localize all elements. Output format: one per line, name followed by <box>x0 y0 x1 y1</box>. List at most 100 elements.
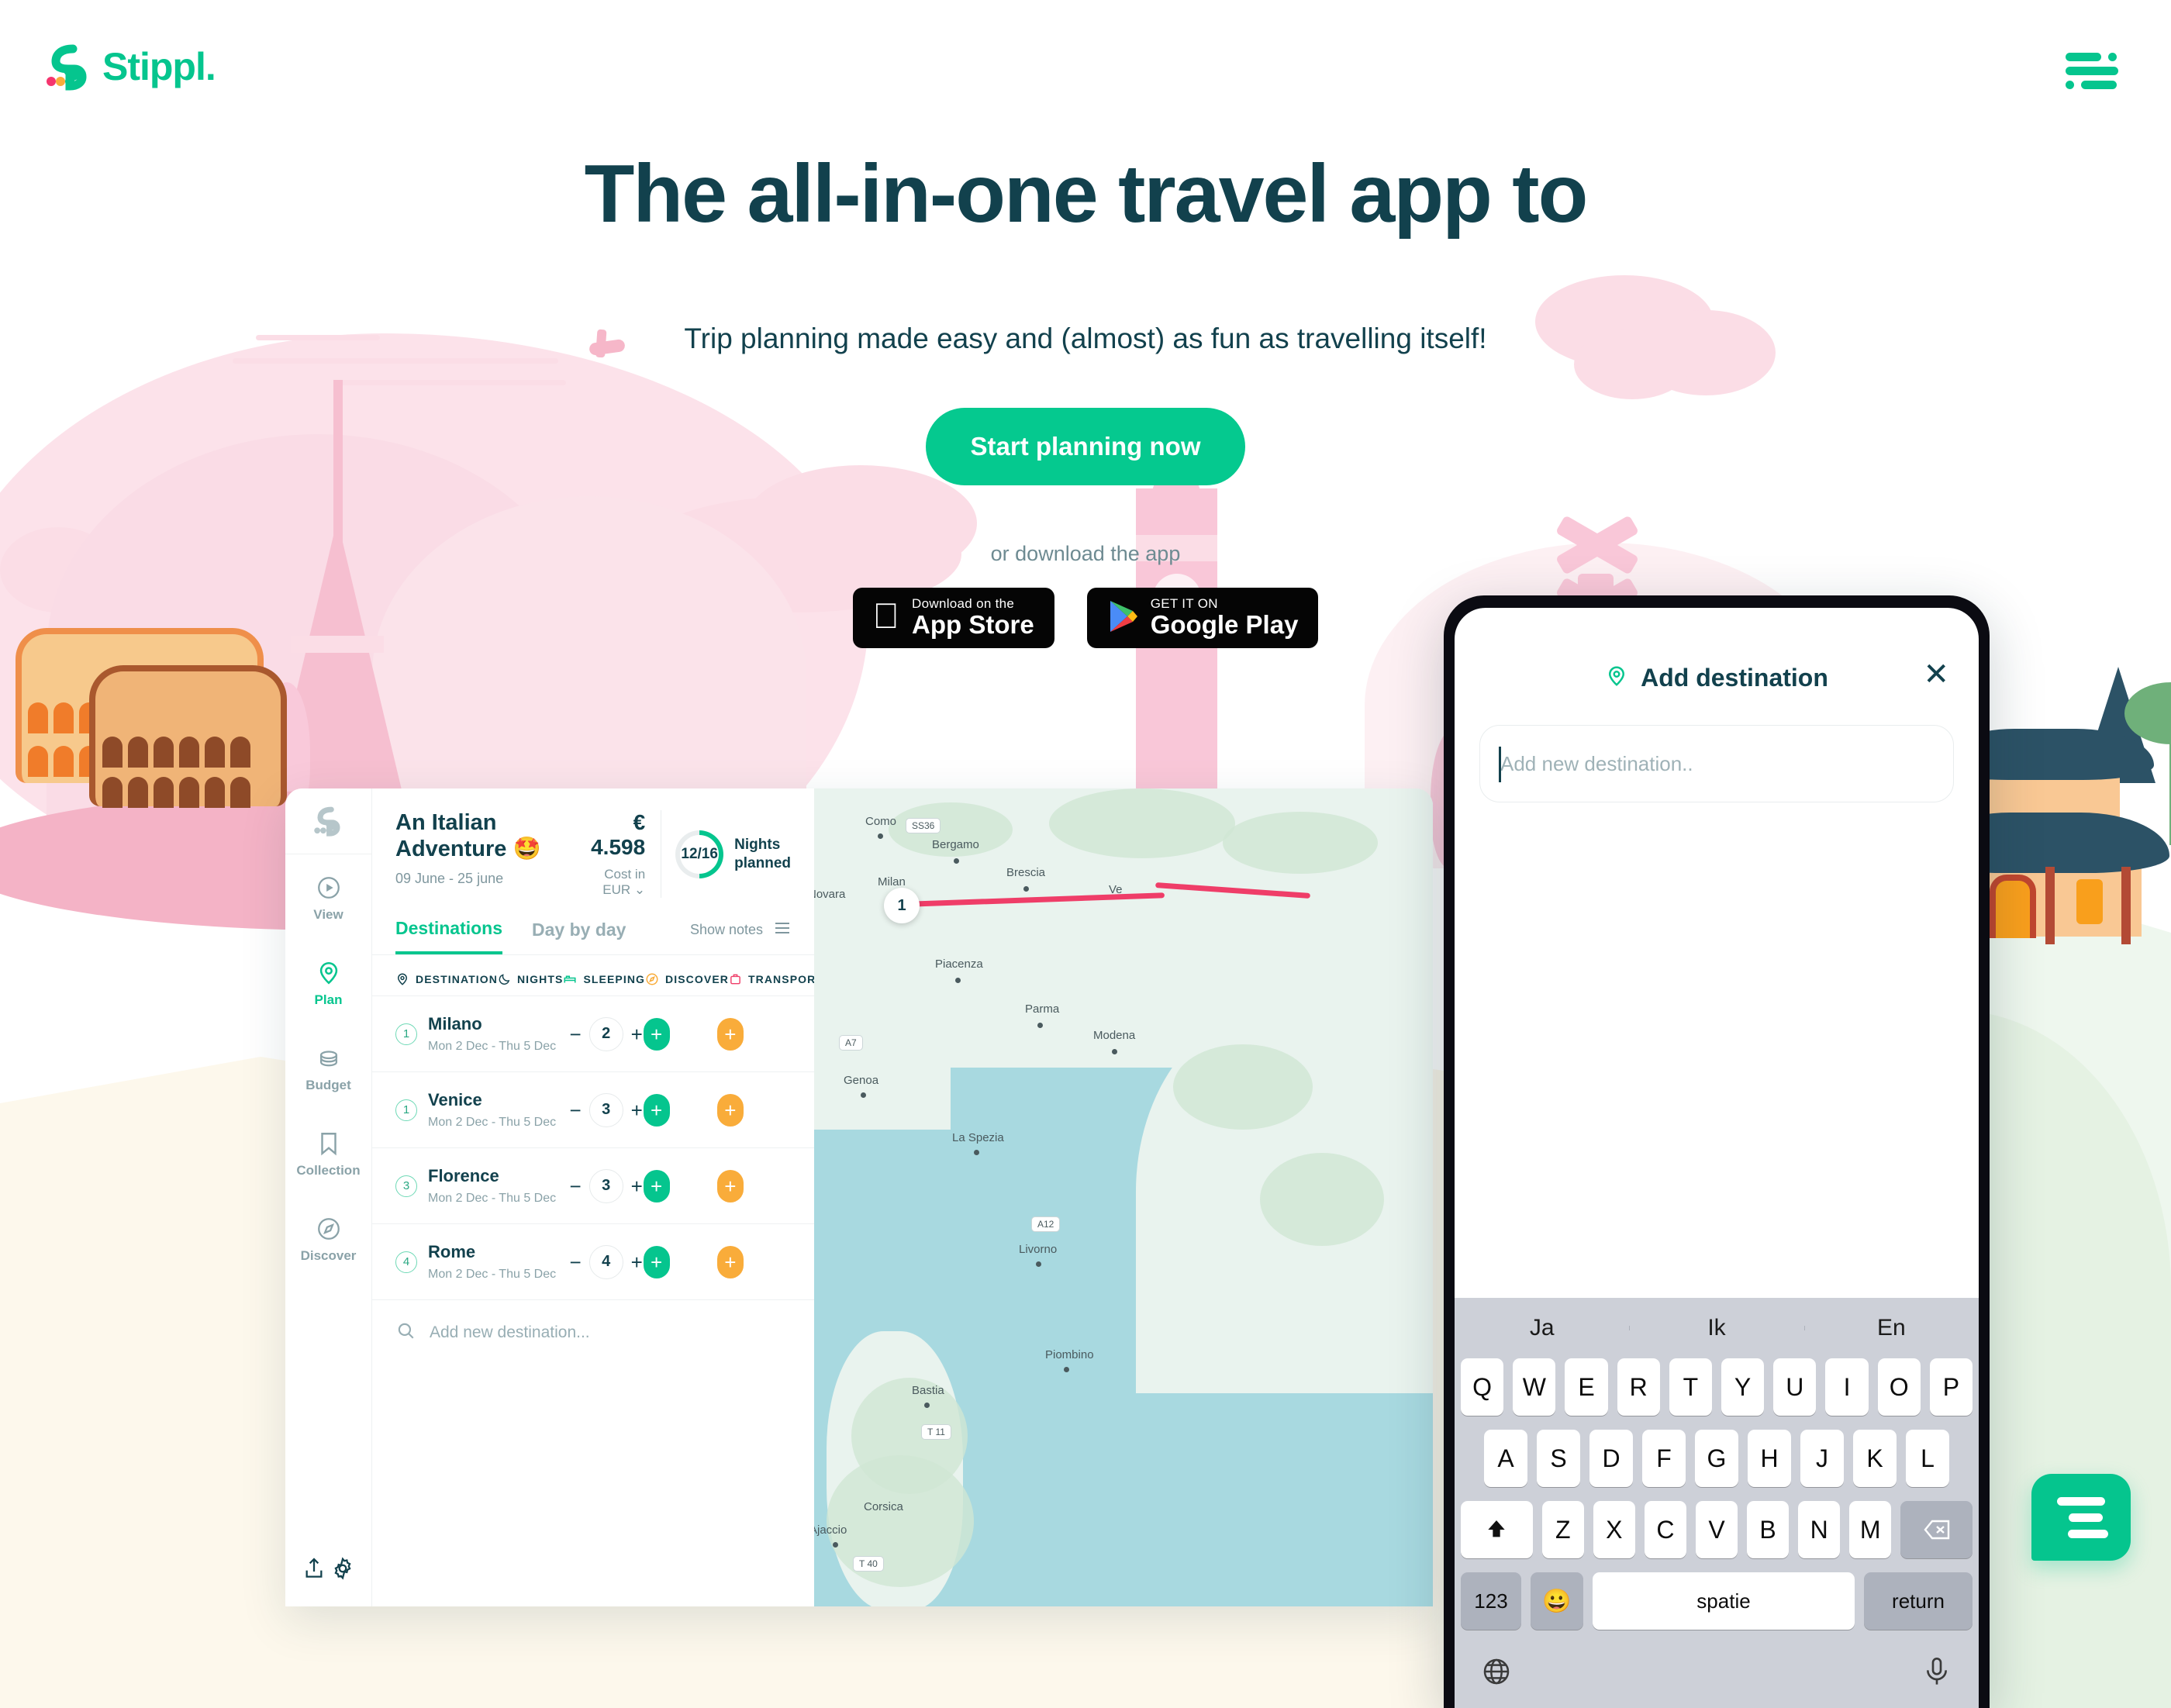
add-discover-button[interactable]: + <box>716 1093 744 1127</box>
start-planning-button[interactable]: Start planning now <box>925 408 1246 486</box>
backspace-icon[interactable] <box>1900 1501 1973 1558</box>
key-i[interactable]: I <box>1825 1358 1869 1416</box>
add-sleeping-button[interactable]: + <box>643 1169 670 1203</box>
tab-destinations[interactable]: Destinations <box>395 906 503 954</box>
key-m[interactable]: M <box>1849 1501 1892 1558</box>
destination-search-input[interactable]: Add new destination.. <box>1479 725 1954 802</box>
increment-nights-button[interactable]: + <box>631 1176 643 1196</box>
decrement-nights-button[interactable]: − <box>569 1024 581 1044</box>
key-e[interactable]: E <box>1565 1358 1608 1416</box>
trip-cost-currency-select[interactable]: Cost in EUR ⌄ <box>591 867 645 898</box>
key-o[interactable]: O <box>1877 1358 1921 1416</box>
share-icon[interactable] <box>302 1558 330 1584</box>
nights-stepper[interactable]: − 3 + <box>569 1092 643 1127</box>
suggestion-chip[interactable]: Ja <box>1455 1315 1629 1341</box>
shift-icon[interactable] <box>1461 1501 1533 1558</box>
map-label: Piacenza <box>935 958 983 971</box>
nights-value: 4 <box>588 1244 623 1279</box>
map-dot <box>861 1092 866 1098</box>
return-key[interactable]: return <box>1864 1572 1973 1630</box>
key-f[interactable]: F <box>1642 1430 1686 1487</box>
sidebar-item-budget[interactable]: Budget <box>285 1025 371 1110</box>
suggestion-chip[interactable]: Ik <box>1629 1315 1803 1341</box>
nights-stepper[interactable]: − 3 + <box>569 1168 643 1203</box>
nights-stepper[interactable]: − 2 + <box>569 1016 643 1051</box>
key-b[interactable]: B <box>1747 1501 1790 1558</box>
space-key[interactable]: spatie <box>1593 1572 1855 1630</box>
sidebar-item-collection[interactable]: Collection <box>285 1110 371 1196</box>
key-j[interactable]: J <box>1800 1430 1844 1487</box>
add-sleeping-button[interactable]: + <box>643 1093 670 1127</box>
key-l[interactable]: L <box>1906 1430 1949 1487</box>
brand-logo[interactable]: Stippl. <box>47 43 216 91</box>
map-dot <box>878 833 883 839</box>
map-marker[interactable]: 1 <box>884 888 920 923</box>
map-panel[interactable]: 1 SS36 A7 A12 T 11 T 40 Como Bergamo Bre… <box>814 788 1433 1606</box>
gear-icon[interactable] <box>330 1557 355 1584</box>
add-discover-button[interactable]: + <box>716 1017 744 1051</box>
key-q[interactable]: Q <box>1460 1358 1504 1416</box>
key-r[interactable]: R <box>1617 1358 1660 1416</box>
add-sleeping-button[interactable]: + <box>643 1017 670 1051</box>
key-g[interactable]: G <box>1695 1430 1738 1487</box>
close-icon[interactable]: ✕ <box>1923 659 1949 690</box>
key-a[interactable]: A <box>1484 1430 1527 1487</box>
colosseum-illustration <box>16 628 287 808</box>
key-t[interactable]: T <box>1669 1358 1712 1416</box>
table-row[interactable]: 4 Rome Mon 2 Dec - Thu 5 Dec − 4 + + + <box>372 1223 814 1299</box>
decrement-nights-button[interactable]: − <box>569 1176 581 1196</box>
sheet-title: Add destination <box>1641 664 1828 692</box>
microphone-icon[interactable] <box>1921 1656 1952 1694</box>
tab-day-by-day[interactable]: Day by day <box>532 907 626 953</box>
list-icon <box>774 921 791 939</box>
key-v[interactable]: V <box>1695 1501 1738 1558</box>
decrement-nights-button[interactable]: − <box>569 1100 581 1120</box>
add-discover-button[interactable]: + <box>716 1169 744 1203</box>
app-store-badge[interactable]:  Download on the App Store <box>852 588 1054 649</box>
show-notes-label: Show notes <box>689 922 763 937</box>
map-label: Milan <box>878 875 906 889</box>
decrement-nights-button[interactable]: − <box>569 1252 581 1272</box>
key-k[interactable]: K <box>1853 1430 1897 1487</box>
keyboard-row-2: A S D F G H J K L <box>1455 1430 1979 1487</box>
table-row[interactable]: 3 Florence Mon 2 Dec - Thu 5 Dec − 3 + +… <box>372 1147 814 1223</box>
column-header-discover: DISCOVER <box>645 972 729 986</box>
add-discover-button[interactable]: + <box>716 1245 744 1278</box>
column-header-nights: NIGHTS <box>498 972 564 986</box>
key-d[interactable]: D <box>1589 1430 1633 1487</box>
increment-nights-button[interactable]: + <box>631 1100 643 1120</box>
app-store-badge-line2: App Store <box>898 610 1034 640</box>
key-h[interactable]: H <box>1748 1430 1791 1487</box>
add-destination-row[interactable]: Add new destination... <box>372 1299 814 1365</box>
app-store-badge-line1: Download on the <box>898 596 1014 612</box>
sidebar-item-discover[interactable]: Discover <box>285 1196 371 1281</box>
increment-nights-button[interactable]: + <box>631 1024 643 1044</box>
key-x[interactable]: X <box>1593 1501 1635 1558</box>
key-z[interactable]: Z <box>1541 1501 1584 1558</box>
chat-bubble-icon[interactable] <box>2031 1474 2131 1561</box>
destination-name: Rome <box>428 1242 476 1261</box>
add-sleeping-button[interactable]: + <box>643 1245 670 1278</box>
key-s[interactable]: S <box>1537 1430 1580 1487</box>
google-play-badge[interactable]: GET IT ON Google Play <box>1086 588 1319 649</box>
key-w[interactable]: W <box>1513 1358 1556 1416</box>
key-n[interactable]: N <box>1798 1501 1841 1558</box>
hamburger-menu-icon[interactable] <box>2066 53 2123 89</box>
key-u[interactable]: U <box>1773 1358 1817 1416</box>
emoji-icon[interactable]: 😀 <box>1531 1572 1583 1630</box>
nights-stepper[interactable]: − 4 + <box>569 1244 643 1279</box>
key-c[interactable]: C <box>1644 1501 1686 1558</box>
globe-icon[interactable] <box>1481 1656 1512 1694</box>
table-row[interactable]: 1 Venice Mon 2 Dec - Thu 5 Dec − 3 + + + <box>372 1071 814 1147</box>
show-notes-button[interactable]: Show notes <box>690 921 791 939</box>
map-label: Genoa <box>844 1074 879 1087</box>
suggestion-chip[interactable]: En <box>1803 1315 1979 1341</box>
table-row[interactable]: 1 Milano Mon 2 Dec - Thu 5 Dec − 2 + + + <box>372 995 814 1071</box>
key-p[interactable]: P <box>1929 1358 1973 1416</box>
map-dot <box>1037 1023 1043 1028</box>
sidebar-item-view[interactable]: View <box>285 854 371 940</box>
key-y[interactable]: Y <box>1721 1358 1765 1416</box>
numbers-key[interactable]: 123 <box>1461 1572 1521 1630</box>
sidebar-item-plan[interactable]: Plan <box>285 940 371 1025</box>
increment-nights-button[interactable]: + <box>631 1252 643 1272</box>
